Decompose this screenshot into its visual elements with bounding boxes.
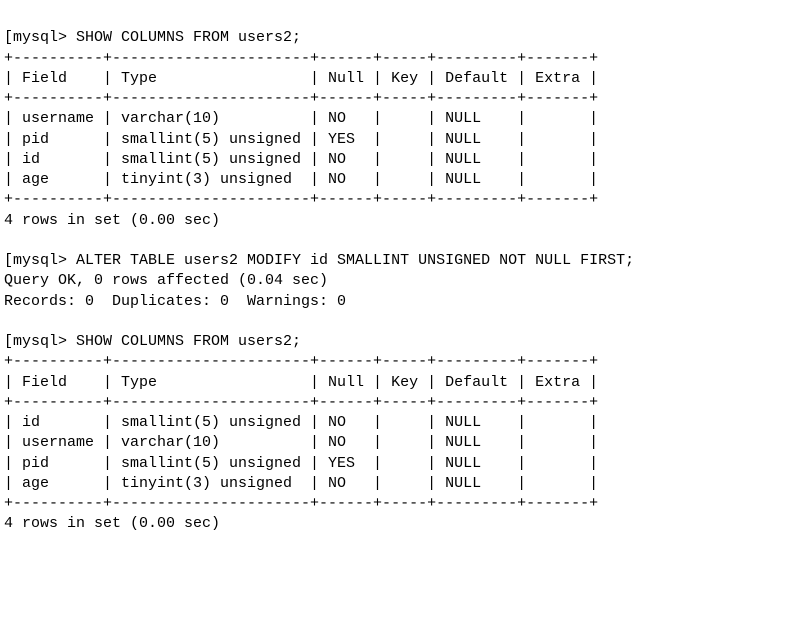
terminal-output: [mysql> SHOW COLUMNS FROM users2; +-----… [4,29,634,532]
